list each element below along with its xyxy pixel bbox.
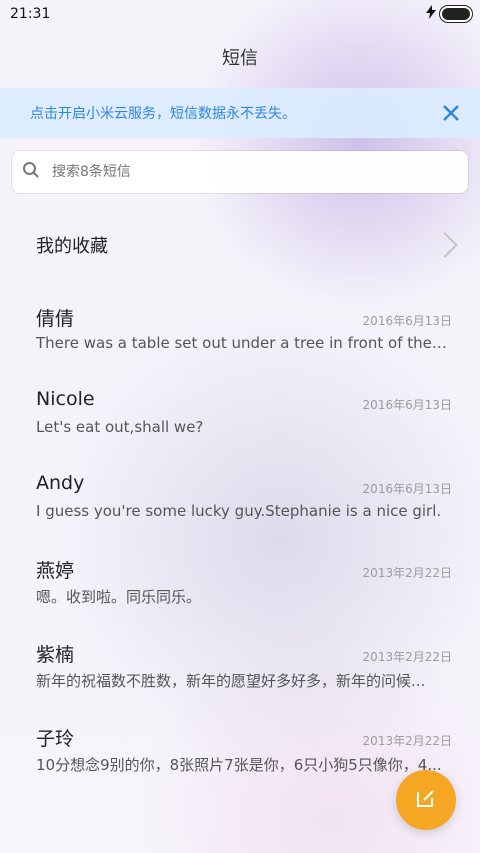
search-input[interactable] bbox=[50, 163, 434, 181]
thread-list: 倩倩 2016年6月13日 There was a table set out … bbox=[0, 294, 480, 798]
contact-name: Andy bbox=[36, 472, 85, 494]
message-preview: I guess you're some lucky guy.Stephanie … bbox=[36, 502, 442, 520]
contact-name: 子玲 bbox=[36, 728, 75, 750]
thread-date: 2013年2月22日 bbox=[362, 566, 452, 580]
message-preview: Let's eat out,shall we? bbox=[36, 418, 204, 436]
battery-icon bbox=[442, 8, 470, 20]
cloud-banner-text[interactable]: 点击开启小米云服务，短信数据永不丢失。 bbox=[30, 103, 296, 123]
search-icon bbox=[22, 161, 40, 183]
status-bar: 21:31 bbox=[0, 0, 480, 28]
contact-name: 燕婷 bbox=[36, 560, 75, 582]
search-bar[interactable] bbox=[12, 151, 468, 193]
message-preview: 10分想念9别的你，8张照片7张是你，6只小狗5只像你，4... bbox=[36, 756, 442, 774]
compose-button[interactable] bbox=[396, 770, 456, 830]
thread-item[interactable]: 燕婷 2013年2月22日 嗯。收到啦。同乐同乐。 bbox=[0, 546, 480, 630]
thread-date: 2016年6月13日 bbox=[362, 314, 452, 328]
thread-item[interactable]: 倩倩 2016年6月13日 There was a table set out … bbox=[0, 294, 480, 378]
thread-date: 2016年6月13日 bbox=[362, 482, 452, 496]
thread-date: 2016年6月13日 bbox=[362, 398, 452, 412]
chevron-right-icon bbox=[432, 232, 458, 258]
thread-item[interactable]: Andy 2016年6月13日 I guess you're some luck… bbox=[0, 462, 480, 546]
status-icons bbox=[426, 5, 470, 23]
thread-date: 2013年2月22日 bbox=[362, 734, 452, 748]
favorites-label: 我的收藏 bbox=[36, 236, 108, 257]
contact-name: 紫楠 bbox=[36, 644, 75, 666]
close-icon[interactable] bbox=[440, 102, 462, 124]
message-preview: 新年的祝福数不胜数，新年的愿望好多好多，新年的问候... bbox=[36, 672, 426, 690]
cloud-banner[interactable]: 点击开启小米云服务，短信数据永不丢失。 bbox=[0, 88, 480, 138]
page-title: 短信 bbox=[222, 48, 258, 69]
compose-icon bbox=[415, 787, 437, 813]
thread-item[interactable]: Nicole 2016年6月13日 Let's eat out,shall we… bbox=[0, 378, 480, 462]
contact-name: Nicole bbox=[36, 388, 95, 410]
contact-name: 倩倩 bbox=[36, 308, 75, 330]
flash-icon bbox=[426, 5, 436, 23]
favorites-row[interactable]: 我的收藏 bbox=[0, 221, 480, 269]
message-preview: 嗯。收到啦。同乐同乐。 bbox=[36, 588, 202, 606]
status-time: 21:31 bbox=[10, 6, 51, 22]
thread-item[interactable]: 紫楠 2013年2月22日 新年的祝福数不胜数，新年的愿望好多好多，新年的问候.… bbox=[0, 630, 480, 714]
message-preview: There was a table set out under a tree i… bbox=[36, 334, 450, 352]
thread-date: 2013年2月22日 bbox=[362, 650, 452, 664]
